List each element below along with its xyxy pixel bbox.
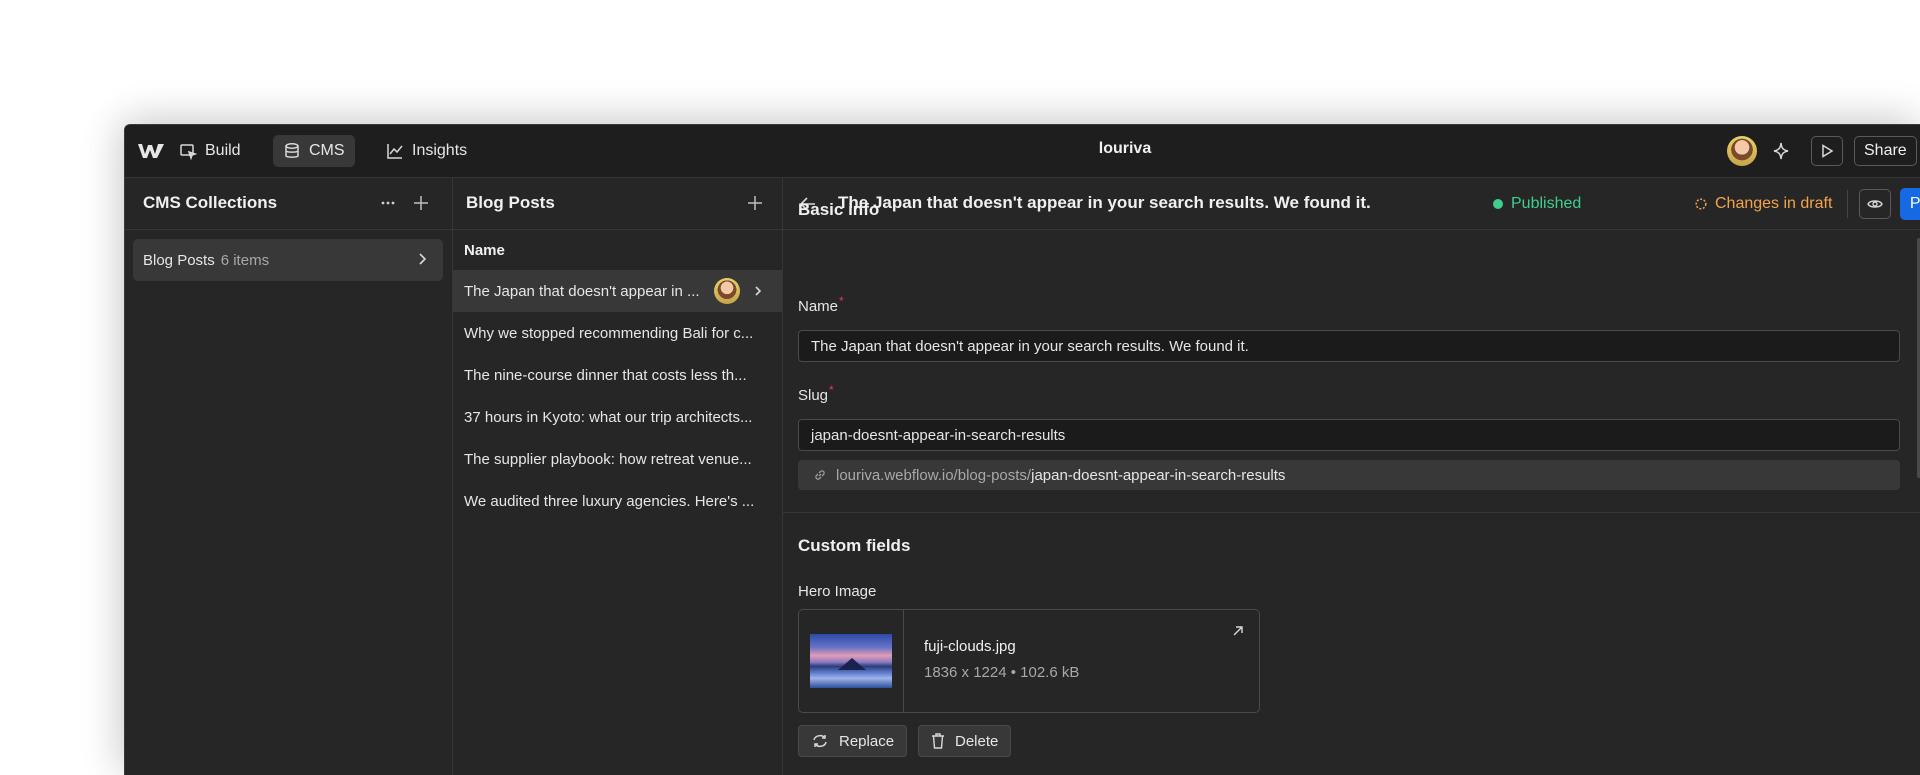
- status-draft: Changes in draft: [1695, 195, 1832, 213]
- required-asterisk: *: [839, 294, 844, 308]
- name-field[interactable]: The Japan that doesn't appear in your se…: [798, 330, 1900, 362]
- sparkle-icon: [1773, 142, 1789, 160]
- collection-count: 6 items: [220, 251, 270, 269]
- post-title: We audited three luxury agencies. Here's…: [464, 492, 755, 510]
- preview-button[interactable]: [1859, 189, 1891, 219]
- name-field-label: Name*: [798, 294, 844, 315]
- publish-now-button[interactable]: Publish now: [1900, 188, 1920, 220]
- replace-image-button[interactable]: Replace: [798, 725, 908, 757]
- collection-item-blog-posts[interactable]: Blog Posts 6 items: [133, 239, 443, 281]
- nav-insights-label: Insights: [412, 142, 468, 159]
- top-bar: Build CMS Insights louriva Share: [125, 125, 1920, 178]
- url-slug: japan-doesnt-appear-in-search-results: [1031, 466, 1286, 484]
- name-column-header[interactable]: Name: [453, 230, 782, 270]
- slug-field[interactable]: japan-doesnt-appear-in-search-results: [798, 419, 1900, 451]
- collections-panel: CMS Collections Blog Posts 6 items: [125, 178, 453, 775]
- section-divider: [783, 512, 1920, 513]
- required-asterisk: *: [829, 383, 834, 397]
- post-row[interactable]: The supplier playbook: how retreat venue…: [453, 438, 782, 480]
- hero-image-card[interactable]: fuji-clouds.jpg 1836 x 1224 • 102.6 kB: [798, 609, 1260, 713]
- nav-insights[interactable]: Insights: [376, 135, 477, 167]
- post-row[interactable]: Why we stopped recommending Bali for c..…: [453, 312, 782, 354]
- chevron-right-icon: [755, 286, 762, 296]
- custom-fields-heading: Custom fields: [798, 536, 911, 555]
- status-published-label: Published: [1511, 195, 1582, 212]
- published-dot-icon: [1493, 199, 1503, 209]
- posts-header: Blog Posts: [453, 178, 782, 230]
- hero-image-thumbnail: [810, 634, 892, 688]
- nav-build[interactable]: Build: [169, 135, 251, 167]
- name-label-text: Name: [798, 298, 839, 315]
- post-row[interactable]: The nine-course dinner that costs less t…: [453, 354, 782, 396]
- item-editor-panel: The Japan that doesn't appear in your se…: [783, 178, 1920, 775]
- url-base: louriva.webflow.io/blog-posts/: [836, 466, 1032, 484]
- database-icon: [285, 143, 299, 158]
- draft-dashed-circle-icon: [1695, 198, 1707, 210]
- chevron-right-icon: [419, 253, 427, 265]
- hero-file-name: fuji-clouds.jpg: [924, 638, 1016, 655]
- delete-label: Delete: [955, 732, 999, 750]
- basic-info-heading: Basic info: [798, 200, 880, 219]
- slug-field-label: Slug*: [798, 383, 834, 404]
- header-divider: [1847, 190, 1848, 218]
- nav-build-label: Build: [205, 142, 241, 159]
- post-title: 37 hours in Kyoto: what our trip archite…: [464, 408, 753, 426]
- collection-name: Blog Posts: [143, 251, 215, 269]
- app-window: Build CMS Insights louriva Share CMS Col…: [124, 124, 1920, 775]
- build-icon: [180, 144, 197, 160]
- preview-play-button[interactable]: [1811, 136, 1843, 166]
- item-title: The Japan that doesn't appear in your se…: [838, 193, 1371, 212]
- site-name: louriva: [1098, 140, 1152, 157]
- status-published: Published: [1493, 195, 1581, 213]
- status-draft-label: Changes in draft: [1715, 195, 1833, 212]
- collections-title: CMS Collections: [143, 193, 278, 212]
- post-row[interactable]: We audited three luxury agencies. Here's…: [453, 480, 782, 522]
- trash-icon: [932, 733, 944, 749]
- hero-thumbnail-frame: [799, 610, 904, 712]
- post-row-selected[interactable]: The Japan that doesn't appear in ...: [453, 270, 782, 312]
- item-url[interactable]: louriva.webflow.io/blog-posts/japan-does…: [798, 460, 1900, 490]
- post-row[interactable]: 37 hours in Kyoto: what our trip archite…: [453, 396, 782, 438]
- play-icon: [1822, 144, 1834, 158]
- post-title: The nine-course dinner that costs less t…: [464, 366, 747, 384]
- replace-label: Replace: [839, 732, 895, 750]
- chart-icon: [387, 144, 403, 159]
- post-title: Why we stopped recommending Bali for c..…: [464, 324, 754, 342]
- ai-assistant-button[interactable]: [1765, 136, 1797, 166]
- link-icon: [815, 470, 825, 480]
- more-options-icon[interactable]: [379, 194, 397, 212]
- posts-panel: Blog Posts Name The Japan that doesn't a…: [453, 178, 783, 775]
- eye-icon: [1867, 200, 1883, 208]
- editor-header: The Japan that doesn't appear in your se…: [783, 178, 1920, 230]
- nav-cms[interactable]: CMS: [273, 135, 355, 167]
- collections-header: CMS Collections: [125, 178, 452, 230]
- mountain-shape: [838, 658, 866, 670]
- replace-refresh-icon: [813, 734, 827, 748]
- open-external-icon[interactable]: [1231, 624, 1245, 638]
- add-collection-icon[interactable]: [412, 194, 430, 212]
- add-post-icon[interactable]: [746, 194, 764, 212]
- nav-cms-label: CMS: [309, 142, 345, 159]
- hero-image-label: Hero Image: [798, 583, 877, 600]
- post-title: The Japan that doesn't appear in ...: [464, 282, 700, 300]
- posts-title: Blog Posts: [466, 193, 555, 212]
- hero-file-meta: 1836 x 1224 • 102.6 kB: [924, 664, 1080, 681]
- slug-label-text: Slug: [798, 387, 829, 404]
- user-avatar[interactable]: [1727, 136, 1757, 166]
- webflow-logo-icon[interactable]: [137, 142, 165, 160]
- author-avatar: [714, 278, 740, 304]
- post-title: The supplier playbook: how retreat venue…: [464, 450, 752, 468]
- delete-image-button[interactable]: Delete: [918, 725, 1012, 757]
- share-button[interactable]: Share: [1854, 136, 1917, 166]
